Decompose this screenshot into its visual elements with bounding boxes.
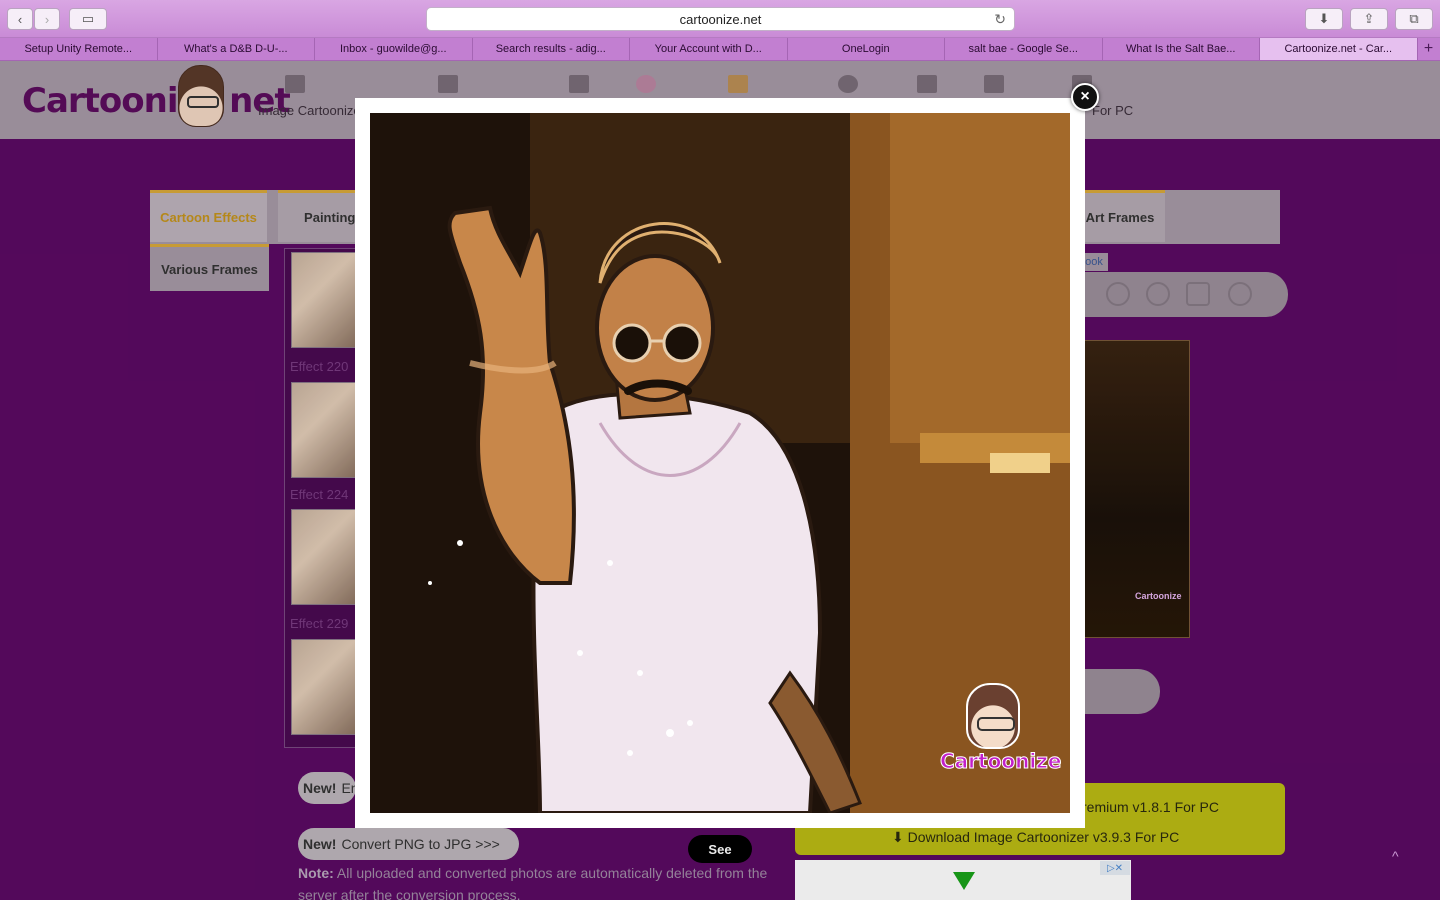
watermark-text: Cartoonize	[940, 749, 1062, 774]
address-text: cartoonize.net	[679, 11, 762, 27]
browser-tab[interactable]: Inbox - guowilde@g...	[315, 38, 473, 60]
mascot-icon	[966, 683, 1020, 749]
address-bar[interactable]: cartoonize.net ↻	[426, 7, 1015, 31]
browser-toolbar: ‹ › ▭ cartoonize.net ↻ ⬇ ⇪ ⧉	[0, 0, 1440, 38]
downloads-icon[interactable]: ⬇	[1305, 8, 1343, 30]
new-tab-button[interactable]: +	[1418, 38, 1440, 60]
browser-tab[interactable]: OneLogin	[788, 38, 945, 60]
browser-tab-active[interactable]: Cartoonize.net - Car...	[1260, 38, 1418, 60]
cartoonized-image: Cartoonize	[370, 113, 1070, 813]
image-lightbox: Cartoonize	[355, 98, 1085, 828]
back-button[interactable]: ‹	[7, 8, 33, 30]
forward-button[interactable]: ›	[34, 8, 60, 30]
share-icon[interactable]: ⇪	[1350, 8, 1388, 30]
browser-tab[interactable]: What Is the Salt Bae...	[1103, 38, 1260, 60]
tab-bar: Setup Unity Remote... What's a D&B D-U-.…	[0, 38, 1440, 61]
close-icon[interactable]: ×	[1071, 83, 1099, 111]
tabs-overview-icon[interactable]: ⧉	[1395, 8, 1433, 30]
browser-tab[interactable]: What's a D&B D-U-...	[158, 38, 315, 60]
browser-tab[interactable]: Setup Unity Remote...	[0, 38, 158, 60]
sidebar-toggle-icon[interactable]: ▭	[69, 8, 107, 30]
browser-tab[interactable]: Search results - adig...	[473, 38, 630, 60]
cartoonize-watermark: Cartoonize	[940, 683, 1062, 783]
reload-icon[interactable]: ↻	[994, 11, 1006, 28]
browser-tab[interactable]: salt bae - Google Se...	[945, 38, 1103, 60]
browser-tab[interactable]: Your Account with D...	[630, 38, 788, 60]
